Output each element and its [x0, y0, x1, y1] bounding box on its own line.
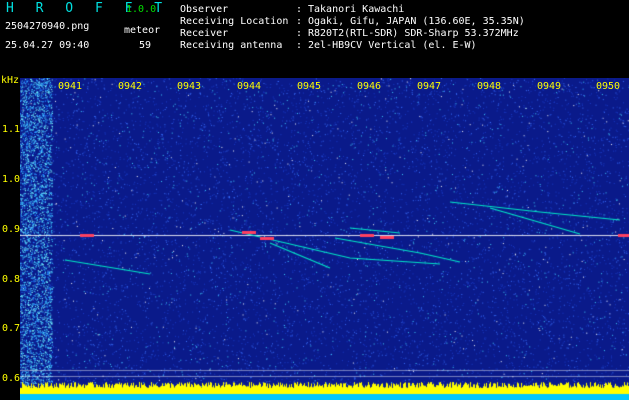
time-label-0941: 0941 — [58, 81, 83, 92]
frequency-axis-unit: kHz — [1, 75, 20, 86]
info-row-location: Receiving Location: Ogaki, Gifu, JAPAN (1… — [180, 16, 525, 28]
freq-label-0-9: 0.9 — [2, 224, 21, 235]
meteor-count: 59 — [139, 40, 152, 51]
info-value: R820T2(RTL-SDR) SDR-Sharp 53.372MHz — [308, 28, 519, 39]
time-label-0947: 0947 — [417, 81, 442, 92]
time-label-0945: 0945 — [297, 81, 322, 92]
info-value: Takanori Kawachi — [308, 4, 405, 15]
time-label-0943: 0943 — [177, 81, 202, 92]
info-value: Ogaki, Gifu, JAPAN (136.60E, 35.35N) — [308, 16, 525, 27]
info-key: Receiving antenna — [180, 40, 283, 51]
time-label-0942: 0942 — [118, 81, 143, 92]
info-key: Receiving Location — [180, 16, 289, 27]
info-value: 2el-HB9CV Vertical (el. E-W) — [308, 40, 477, 51]
info-separator: : — [296, 16, 303, 27]
freq-label-0-8: 0.8 — [2, 274, 21, 285]
info-separator: : — [296, 4, 303, 15]
freq-label-1-0: 1.0 — [2, 174, 21, 185]
time-label-0950: 0950 — [596, 81, 621, 92]
app-version: 1.0.0 — [126, 4, 157, 15]
info-row-receiver: Receiver: R820T2(RTL-SDR) SDR-Sharp 53.37… — [180, 28, 519, 40]
meteor-label: meteor — [124, 25, 161, 36]
time-label-0946: 0946 — [357, 81, 382, 92]
time-label-0949: 0949 — [537, 81, 562, 92]
time-label-0948: 0948 — [477, 81, 502, 92]
info-separator: : — [296, 28, 303, 39]
info-row-antenna: Receiving antenna:2el-HB9CV Vertical (el… — [180, 40, 477, 52]
info-row-observer: Observer: Takanori Kawachi — [180, 4, 404, 16]
timestamp: 25.04.27 09:40 — [5, 40, 90, 51]
freq-label-0-7: 0.7 — [2, 323, 21, 334]
info-key: Receiver — [180, 28, 229, 39]
time-label-0944: 0944 — [237, 81, 262, 92]
info-separator: : — [296, 40, 303, 51]
file-name: 2504270940.png — [5, 21, 90, 32]
info-key: Observer — [180, 4, 229, 15]
freq-label-1-1: 1.1 — [2, 124, 21, 135]
freq-label-0-6: 0.6 — [2, 373, 21, 384]
spectrogram — [20, 78, 629, 400]
